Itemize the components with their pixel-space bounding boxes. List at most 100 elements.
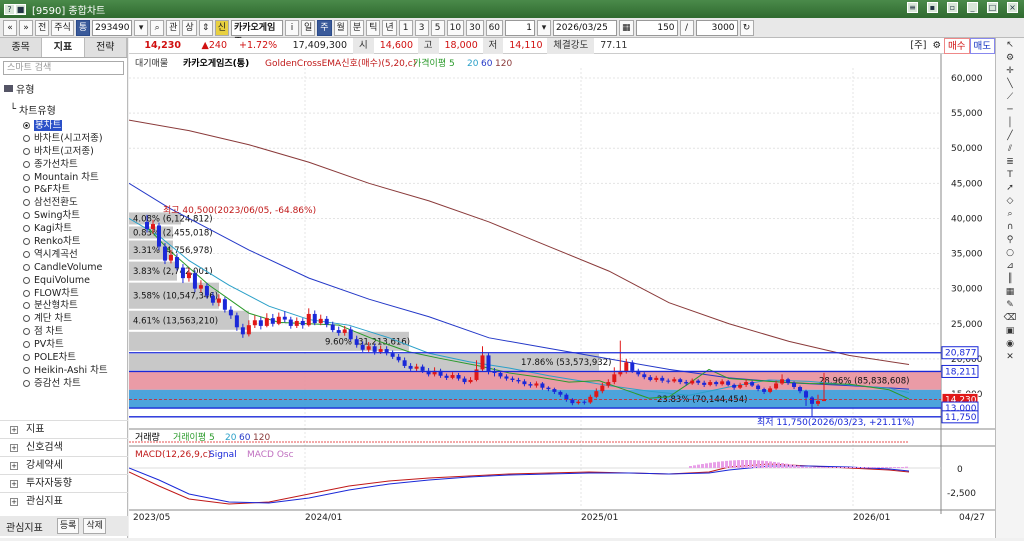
radio-icon[interactable] — [23, 238, 30, 246]
radio-icon[interactable] — [23, 147, 30, 155]
eraser-icon[interactable]: ⌫ — [1003, 312, 1017, 324]
search-icon[interactable]: ⌕ — [150, 19, 165, 36]
chart-type-item[interactable]: CandleVolume — [0, 262, 127, 275]
section-chart-type[interactable]: └ 차트유형 — [0, 99, 127, 120]
radio-icon[interactable] — [23, 212, 30, 220]
radio-icon[interactable] — [23, 315, 30, 323]
interval-3-button[interactable]: 3 — [414, 19, 429, 36]
radio-icon[interactable] — [23, 173, 30, 181]
horizontal-line-icon[interactable]: ─ — [1003, 104, 1017, 116]
cursor-icon[interactable]: ↖ — [1003, 39, 1017, 51]
radio-icon[interactable] — [23, 263, 30, 271]
chart-type-item[interactable]: 분산형차트 — [0, 300, 127, 313]
expand-icon[interactable]: + — [10, 443, 18, 452]
interval-input[interactable]: 1 — [505, 19, 536, 36]
chart-type-item[interactable]: 삼선전환도 — [0, 197, 127, 210]
radio-icon[interactable] — [23, 199, 30, 207]
line-icon[interactable]: ╲ — [1003, 78, 1017, 90]
radio-icon[interactable] — [23, 122, 30, 129]
next-button[interactable]: » — [19, 19, 33, 36]
interval-10-button[interactable]: 10 — [446, 19, 465, 36]
radio-icon[interactable] — [23, 276, 30, 284]
chart-type-item[interactable]: Mountain 차트 — [0, 172, 127, 185]
shape-icon[interactable]: ◇ — [1003, 195, 1017, 207]
zoom-icon[interactable]: ⌕ — [1003, 208, 1017, 220]
chart-type-item[interactable]: 계단 차트 — [0, 313, 127, 326]
interval-30-button[interactable]: 30 — [466, 19, 484, 36]
jeon-button[interactable]: 전 — [35, 19, 50, 36]
chart-type-item[interactable]: Swing차트 — [0, 210, 127, 223]
trend-line-icon[interactable]: ⟋ — [1003, 91, 1017, 103]
calendar-dropdown-icon[interactable]: ▾ — [537, 19, 552, 36]
bars-icon[interactable]: ║ — [1003, 273, 1017, 285]
arrow-icon[interactable]: ➚ — [1003, 182, 1017, 194]
interval-5-button[interactable]: 5 — [430, 19, 445, 36]
refresh-icon[interactable]: ↻ — [739, 19, 754, 36]
indicator-group-item[interactable]: + 강세약세 — [0, 456, 128, 474]
radio-icon[interactable] — [23, 289, 30, 297]
radio-icon[interactable] — [23, 160, 30, 168]
ray-icon[interactable]: ╱ — [1003, 130, 1017, 142]
close-icon[interactable]: × — [1007, 2, 1018, 13]
chart-type-item[interactable]: Heikin-Ashi 차트 — [0, 365, 127, 378]
radio-icon[interactable] — [23, 134, 30, 142]
interval-1-button[interactable]: 1 — [398, 19, 413, 36]
chart-type-item[interactable]: 증감선 차트 — [0, 378, 127, 391]
expand-icon[interactable]: + — [10, 497, 18, 506]
gwan-button[interactable]: 관 — [166, 19, 181, 36]
chart-type-item[interactable]: 바차트(시고저종) — [0, 133, 127, 146]
chart-area[interactable]: 4.08% (6,124,812) 0.83% (2,455,018) 3.31% … — [128, 54, 995, 538]
eye-icon[interactable]: ◉ — [1003, 338, 1017, 350]
expand-icon[interactable]: + — [10, 425, 18, 434]
minimize-icon[interactable]: _ — [967, 2, 978, 13]
gear-icon[interactable]: ⚙ — [930, 38, 945, 54]
period-month-button[interactable]: 월 — [333, 19, 348, 36]
pin-icon[interactable]: ▪ — [927, 2, 938, 13]
section-type[interactable]: 유형 — [0, 78, 127, 99]
gann-icon[interactable]: ⊿ — [1003, 260, 1017, 272]
help-icon[interactable]: ? — [4, 3, 15, 15]
period-year-button[interactable]: 년 — [382, 19, 397, 36]
chart-type-item[interactable]: Renko차트 — [0, 236, 127, 249]
maximize-icon[interactable]: □ — [987, 2, 998, 13]
link-icon[interactable]: ▫ — [947, 2, 958, 13]
prev-button[interactable]: « — [3, 19, 17, 36]
radio-icon[interactable] — [23, 186, 30, 194]
radio-icon[interactable] — [23, 328, 30, 336]
radio-icon[interactable] — [23, 341, 30, 349]
magnet-icon[interactable]: ∩ — [1003, 221, 1017, 233]
chart-type-item[interactable]: EquiVolume — [0, 275, 127, 288]
period-week-button[interactable]: 주 — [317, 19, 332, 36]
info-button[interactable]: i — [284, 19, 299, 36]
indicator-group-item[interactable]: + 신호검색 — [0, 438, 128, 456]
tab-strategy[interactable]: 전략 — [84, 38, 127, 57]
chart-type-item[interactable]: 점 차트 — [0, 326, 127, 339]
radio-icon[interactable] — [23, 354, 30, 362]
period-tick-button[interactable]: 틱 — [366, 19, 381, 36]
expand-icon[interactable]: + — [10, 479, 18, 488]
channel-icon[interactable]: ⫽ — [1003, 143, 1017, 155]
chart-type-item[interactable]: 바차트(고저종) — [0, 146, 127, 159]
sang-button[interactable]: 상 — [182, 19, 197, 36]
radio-icon[interactable] — [23, 366, 30, 374]
smart-search-input[interactable]: 스마트 검색 — [3, 61, 124, 75]
radio-icon[interactable] — [23, 250, 30, 258]
sell-button[interactable]: 매도 — [969, 37, 995, 54]
expand-icon[interactable]: + — [10, 461, 18, 470]
stock-code-input[interactable]: 293490 — [92, 19, 133, 36]
fibonacci-icon[interactable]: ≣ — [1003, 156, 1017, 168]
lock-icon[interactable]: ▣ — [1003, 325, 1017, 337]
indicator-group-item[interactable]: + 투자자동향 — [0, 474, 128, 492]
indicator-group-item[interactable]: + 관심지표 — [0, 492, 128, 510]
crosshair-icon[interactable]: ✛ — [1003, 65, 1017, 77]
radio-icon[interactable] — [23, 302, 30, 310]
pencil-icon[interactable]: ✎ — [1003, 299, 1017, 311]
indicator-group-item[interactable]: + 지표 — [0, 420, 128, 438]
chart-type-item[interactable]: 역시계곡선 — [0, 249, 127, 262]
chart-type-item[interactable]: P&F차트 — [0, 184, 127, 197]
date-input[interactable]: 2026/03/25 — [553, 19, 618, 36]
dropdown-icon[interactable]: ▾ — [134, 19, 149, 36]
text-icon[interactable]: T — [1003, 169, 1017, 181]
delete-button[interactable]: 삭제 — [83, 518, 106, 534]
period-day-button[interactable]: 일 — [300, 19, 316, 36]
